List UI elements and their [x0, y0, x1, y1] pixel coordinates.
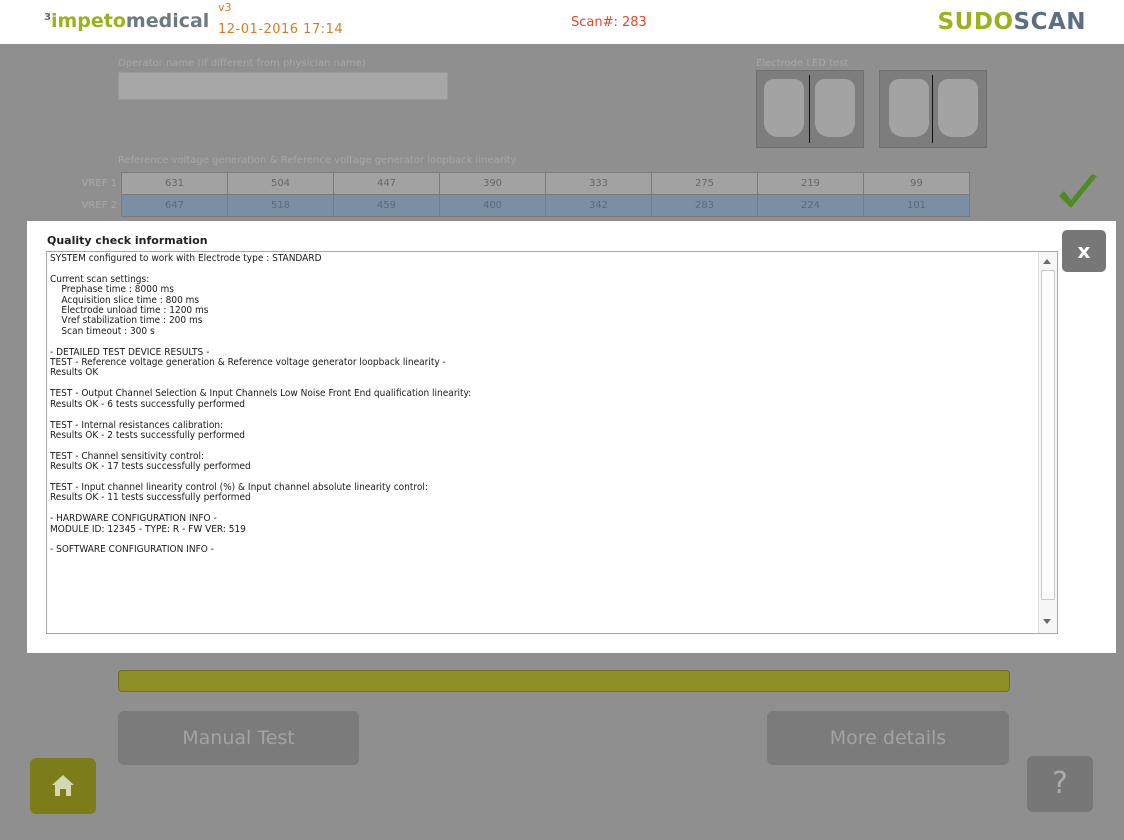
vref-cell: 275 [651, 172, 758, 195]
scroll-up-icon[interactable] [1043, 259, 1051, 264]
close-button[interactable]: x [1062, 230, 1106, 272]
feet-electrode-icon[interactable] [879, 70, 987, 148]
home-button[interactable] [30, 758, 96, 814]
quality-check-dialog: Quality check information SYSTEM configu… [27, 221, 1116, 653]
operator-name-label: Operator name (if different from physici… [118, 58, 366, 69]
vref-cell: 390 [439, 172, 546, 195]
vref-cell: 342 [545, 194, 652, 217]
progress-bar-fill [119, 671, 1009, 691]
progress-bar [118, 670, 1010, 692]
vref-cell: 447 [333, 172, 440, 195]
vref-cell: 631 [121, 172, 228, 195]
vref-cell: 101 [863, 194, 970, 217]
vref-cell: 333 [545, 172, 652, 195]
vref-cell: 224 [757, 194, 864, 217]
operator-name-input[interactable] [118, 72, 448, 100]
vref-cell: 504 [227, 172, 334, 195]
quality-check-textbox[interactable]: SYSTEM configured to work with Electrode… [46, 251, 1058, 634]
reference-voltage-label: Reference voltage generation & Reference… [118, 155, 517, 166]
datetime-label: 12-01-2016 17:14 [218, 22, 344, 37]
vref-cell: 518 [227, 194, 334, 217]
home-icon [52, 775, 74, 796]
dialog-title: Quality check information [47, 234, 208, 247]
sudoscan-logo: SUDOSCAN [938, 9, 1086, 35]
vref-cell: 400 [439, 194, 546, 217]
vref-cell: 647 [121, 194, 228, 217]
brand-part1: impeto [50, 10, 126, 32]
vref-row-2: VREF 2 647 518 459 400 342 283 224 101 [60, 194, 970, 217]
more-details-button[interactable]: More details [767, 711, 1009, 765]
check-icon [1059, 174, 1097, 208]
vref-cell: 219 [757, 172, 864, 195]
quality-check-text: SYSTEM configured to work with Electrode… [50, 253, 472, 556]
product-part1: SUDO [937, 9, 1014, 35]
vref-row-1: VREF 1 631 504 447 390 333 275 219 99 [60, 172, 970, 195]
impeto-medical-logo: 3impetomedical [44, 10, 209, 32]
scroll-down-icon[interactable] [1043, 619, 1051, 624]
vref-table: VREF 1 631 504 447 390 333 275 219 99 VR… [60, 172, 970, 217]
help-button[interactable]: ? [1027, 756, 1093, 812]
scrollbar-thumb[interactable] [1041, 270, 1055, 600]
version-label: v3 [218, 1, 232, 14]
vref-cell: 99 [863, 172, 970, 195]
brand-superscript: 3 [44, 12, 51, 23]
vertical-scrollbar[interactable] [1038, 252, 1057, 633]
brand-part2: medical [125, 10, 210, 32]
vref-cell: 283 [651, 194, 758, 217]
manual-test-button[interactable]: Manual Test [118, 711, 359, 765]
product-part2: SCAN [1013, 9, 1086, 35]
vref-row-label: VREF 1 [81, 178, 117, 189]
top-header: 3impetomedical v3 12-01-2016 17:14 Scan#… [0, 0, 1124, 44]
vref-cell: 459 [333, 194, 440, 217]
electrode-led-label: Electrode LED test [756, 58, 849, 69]
scan-number-label: Scan#: 283 [571, 15, 647, 30]
hands-electrode-icon[interactable] [756, 70, 864, 148]
vref-row-label: VREF 2 [81, 200, 117, 211]
